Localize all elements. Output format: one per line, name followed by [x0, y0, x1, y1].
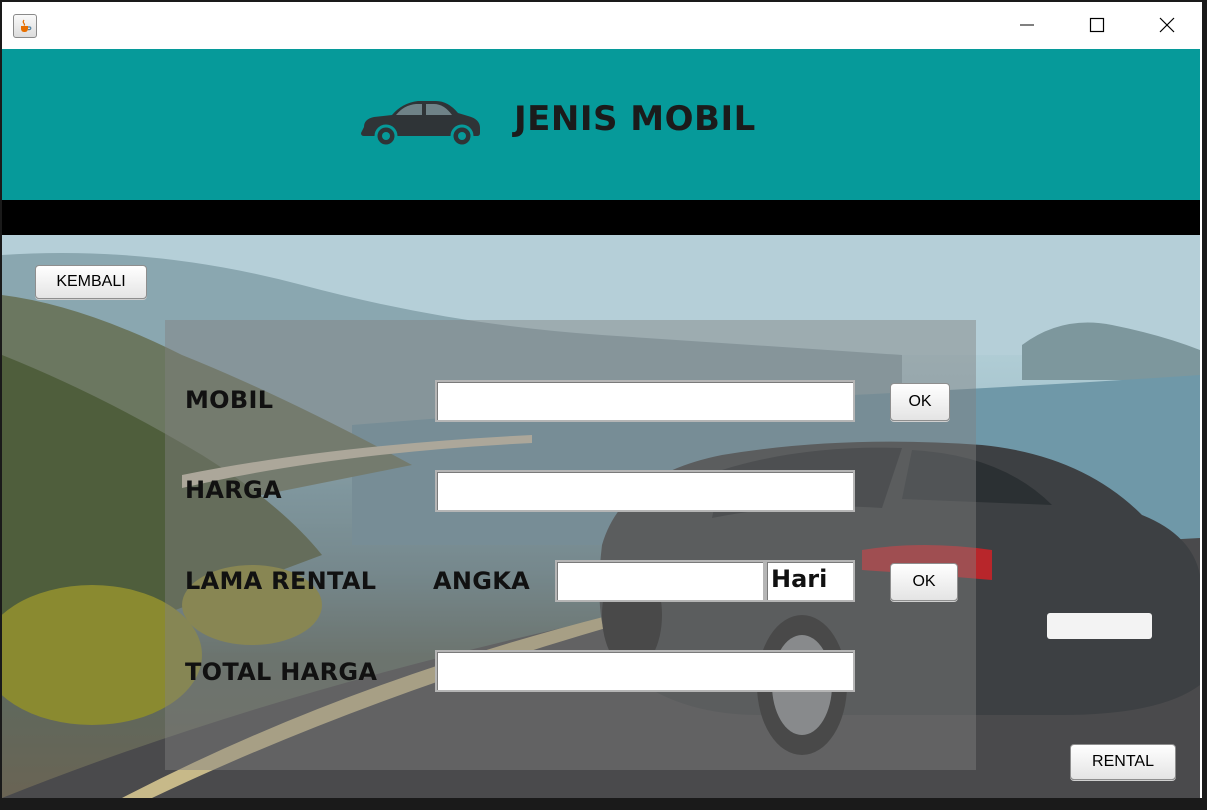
mobil-field[interactable]	[435, 380, 855, 422]
background-image: KEMBALI MOBIL OK HARGA LAMA RENTAL ANGKA…	[2, 235, 1200, 798]
maximize-icon	[1089, 17, 1105, 33]
hari-field[interactable]: Hari	[765, 560, 855, 602]
header-banner: JENIS MOBIL	[2, 49, 1200, 200]
ok-mobil-button[interactable]: OK	[890, 383, 950, 421]
lama-rental-label: LAMA RENTAL	[185, 567, 377, 595]
angka-label: ANGKA	[433, 567, 531, 595]
title-bar	[2, 2, 1202, 48]
app-window: JENIS MOBIL KEMBALI MOBIL OK HARGA LAMA …	[2, 2, 1202, 798]
car-icon	[361, 101, 480, 148]
divider-bar	[2, 200, 1200, 235]
total-harga-label: TOTAL HARGA	[185, 658, 378, 686]
page-title: JENIS MOBIL	[514, 99, 756, 139]
rental-button[interactable]: RENTAL	[1070, 744, 1176, 780]
harga-label: HARGA	[185, 476, 282, 504]
form-panel: MOBIL OK HARGA LAMA RENTAL ANGKA Hari OK…	[165, 320, 976, 770]
maximize-button[interactable]	[1062, 2, 1132, 48]
ok-lama-button[interactable]: OK	[890, 563, 958, 601]
close-button[interactable]	[1132, 2, 1202, 48]
mobil-label: MOBIL	[185, 386, 274, 414]
total-harga-field[interactable]	[435, 650, 855, 692]
minimize-icon	[1020, 24, 1034, 26]
back-button[interactable]: KEMBALI	[35, 265, 147, 299]
harga-field[interactable]	[435, 470, 855, 512]
angka-field[interactable]	[555, 560, 765, 602]
minimize-button[interactable]	[992, 2, 1062, 48]
hari-value: Hari	[771, 565, 828, 593]
java-cup-icon[interactable]	[13, 14, 37, 38]
close-icon	[1159, 17, 1175, 33]
